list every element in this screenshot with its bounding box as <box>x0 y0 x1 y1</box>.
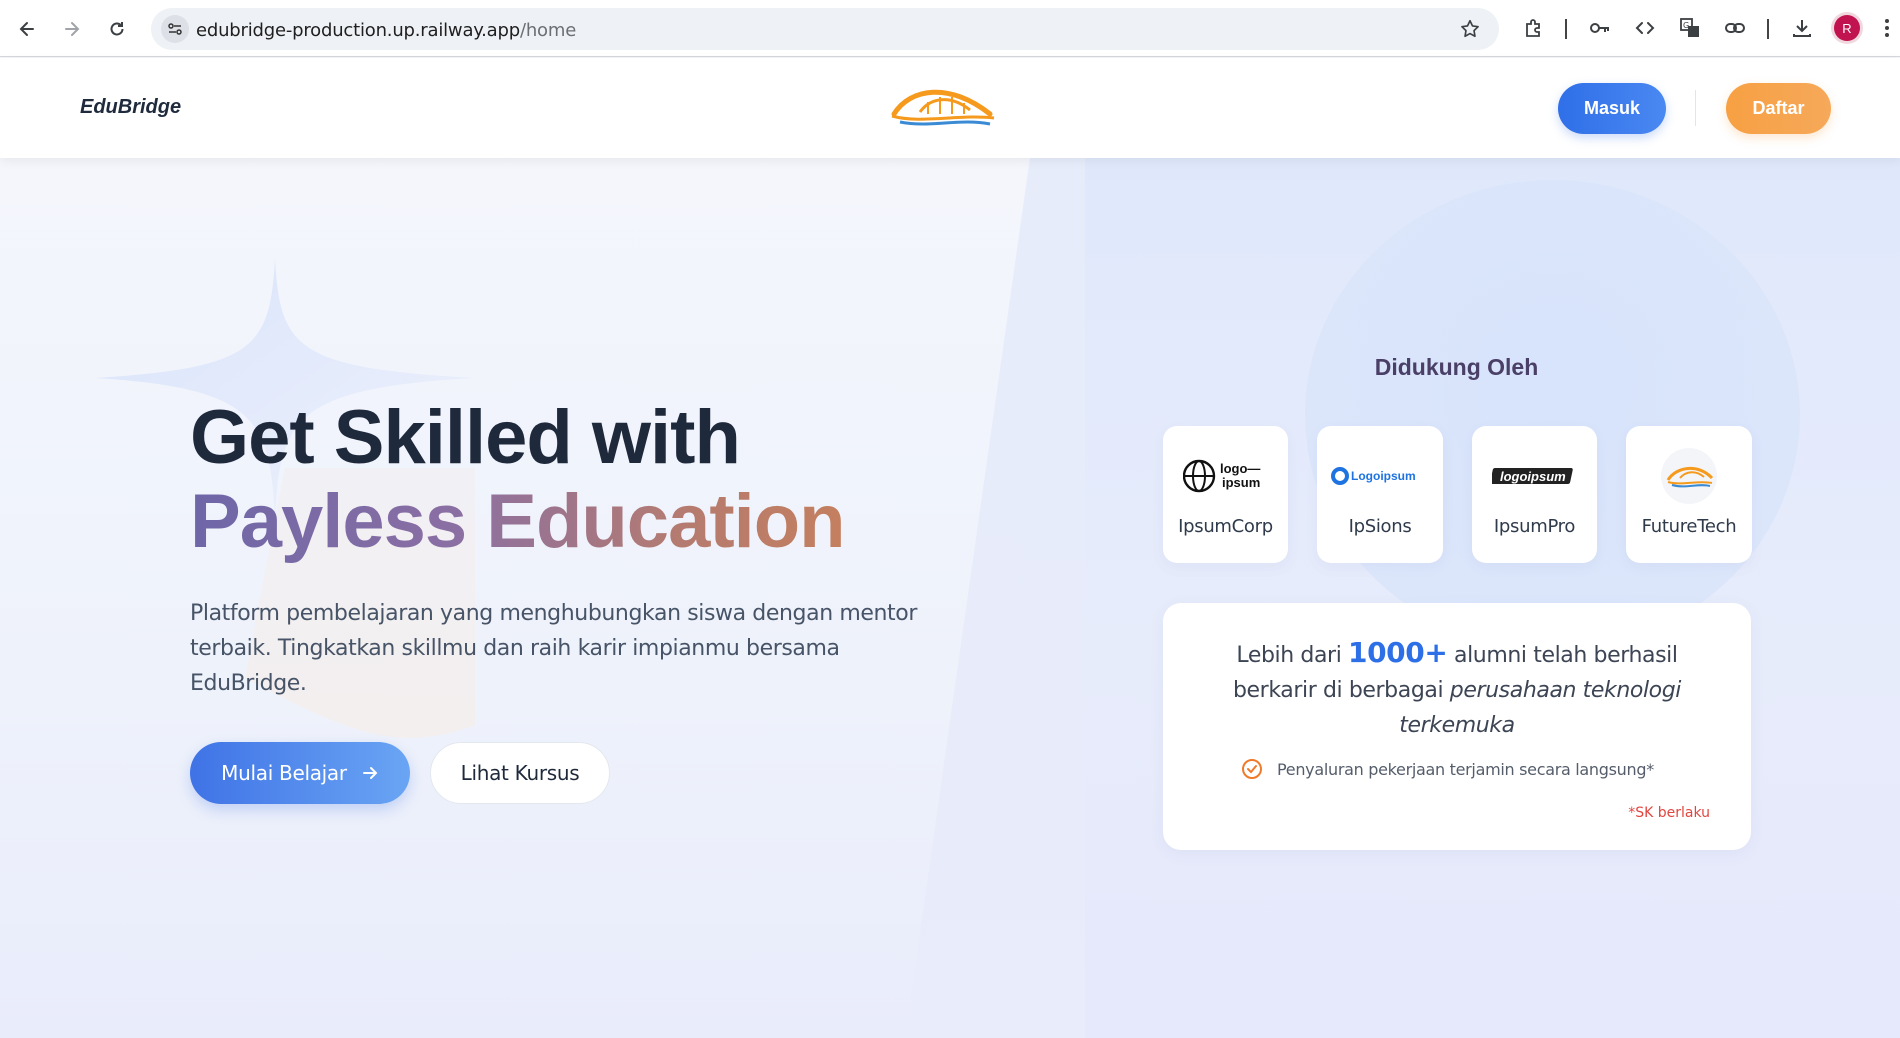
job-guarantee: Penyaluran pekerjaan terjamin secara lan… <box>1241 758 1654 780</box>
svg-text:G: G <box>1683 21 1689 30</box>
hero-title-line-1: Get Skilled with <box>190 395 741 480</box>
ipsumpro-logo-icon: logoipsum <box>1472 456 1597 496</box>
arrow-right-icon <box>362 767 378 779</box>
translate-icon[interactable]: G <box>1677 15 1703 41</box>
password-key-icon[interactable] <box>1587 15 1613 41</box>
ipsumcorp-logo-icon: logo— ipsum <box>1163 456 1288 496</box>
partner-name: IpsumPro <box>1493 516 1576 537</box>
hero-section: Get Skilled with Payless Education Platf… <box>0 158 1900 1038</box>
profile-avatar[interactable]: R <box>1834 15 1860 41</box>
extensions-icon[interactable] <box>1521 15 1547 41</box>
reload-icon[interactable] <box>102 14 132 44</box>
address-bar[interactable]: edubridge-production.up.railway.app/home <box>151 8 1499 50</box>
register-button[interactable]: Daftar <box>1726 83 1831 134</box>
download-icon[interactable] <box>1789 15 1815 41</box>
brand-name[interactable]: EduBridge <box>80 96 181 119</box>
url-text: edubridge-production.up.railway.app/home <box>196 20 577 41</box>
forward-icon[interactable] <box>57 14 87 44</box>
site-header: EduBridge Masuk Daftar <box>0 58 1900 158</box>
alumni-count: 1000+ <box>1348 636 1448 669</box>
partner-name: IpsumCorp <box>1178 516 1273 537</box>
header-divider <box>1695 90 1696 126</box>
partner-name: FutureTech <box>1641 516 1737 537</box>
browser-toolbar: edubridge-production.up.railway.app/home… <box>0 0 1900 57</box>
futuretech-logo-icon <box>1626 448 1752 504</box>
partner-card-ipsumpro: logoipsum IpsumPro <box>1472 426 1597 563</box>
start-learning-label: Mulai Belajar <box>221 761 347 785</box>
alumni-statement: Lebih dari 1000+ alumni telah berhasil b… <box>1203 635 1711 743</box>
alumni-card: Lebih dari 1000+ alumni telah berhasil b… <box>1163 603 1751 850</box>
link-icon[interactable] <box>1722 15 1748 41</box>
toolbar-divider <box>1767 19 1769 39</box>
partner-card-ipsions: Logoipsum IpSions <box>1317 426 1443 563</box>
terms-note: *SK berlaku <box>1628 805 1710 821</box>
hero-slant-shape <box>905 158 1085 1038</box>
bridge-logo-icon[interactable] <box>890 84 996 128</box>
menu-kebab-icon[interactable] <box>1874 15 1900 41</box>
job-guarantee-text: Penyaluran pekerjaan terjamin secara lan… <box>1277 759 1654 779</box>
ipsumcorp-logo-text-bottom: ipsum <box>1222 475 1260 490</box>
back-icon[interactable] <box>12 14 42 44</box>
alumni-prefix: Lebih dari <box>1236 643 1349 668</box>
view-courses-button[interactable]: Lihat Kursus <box>430 742 610 804</box>
ipsions-logo-icon: Logoipsum <box>1317 456 1443 496</box>
login-button[interactable]: Masuk <box>1558 83 1666 134</box>
hero-description: Platform pembelajaran yang menghubungkan… <box>190 601 917 696</box>
start-learning-button[interactable]: Mulai Belajar <box>190 742 410 804</box>
decorative-circle <box>1305 180 1800 650</box>
toolbar-divider <box>1565 19 1567 39</box>
ipsumcorp-logo-text-top: logo— <box>1220 461 1260 476</box>
partner-name: IpSions <box>1348 516 1412 537</box>
ipsumpro-logo-text: logoipsum <box>1500 469 1566 484</box>
check-circle-icon <box>1242 759 1262 779</box>
supported-by-title: Didukung Oleh <box>1374 354 1539 380</box>
partner-card-ipsumcorp: logo— ipsum IpsumCorp <box>1163 426 1288 563</box>
code-icon[interactable] <box>1632 15 1658 41</box>
site-info-icon[interactable] <box>161 15 189 43</box>
ipsions-logo-text: Logoipsum <box>1351 469 1416 483</box>
hero-title-line-2: Payless Education <box>190 479 846 564</box>
bookmark-star-icon[interactable] <box>1459 18 1481 45</box>
partner-card-futuretech: FutureTech <box>1626 426 1752 563</box>
